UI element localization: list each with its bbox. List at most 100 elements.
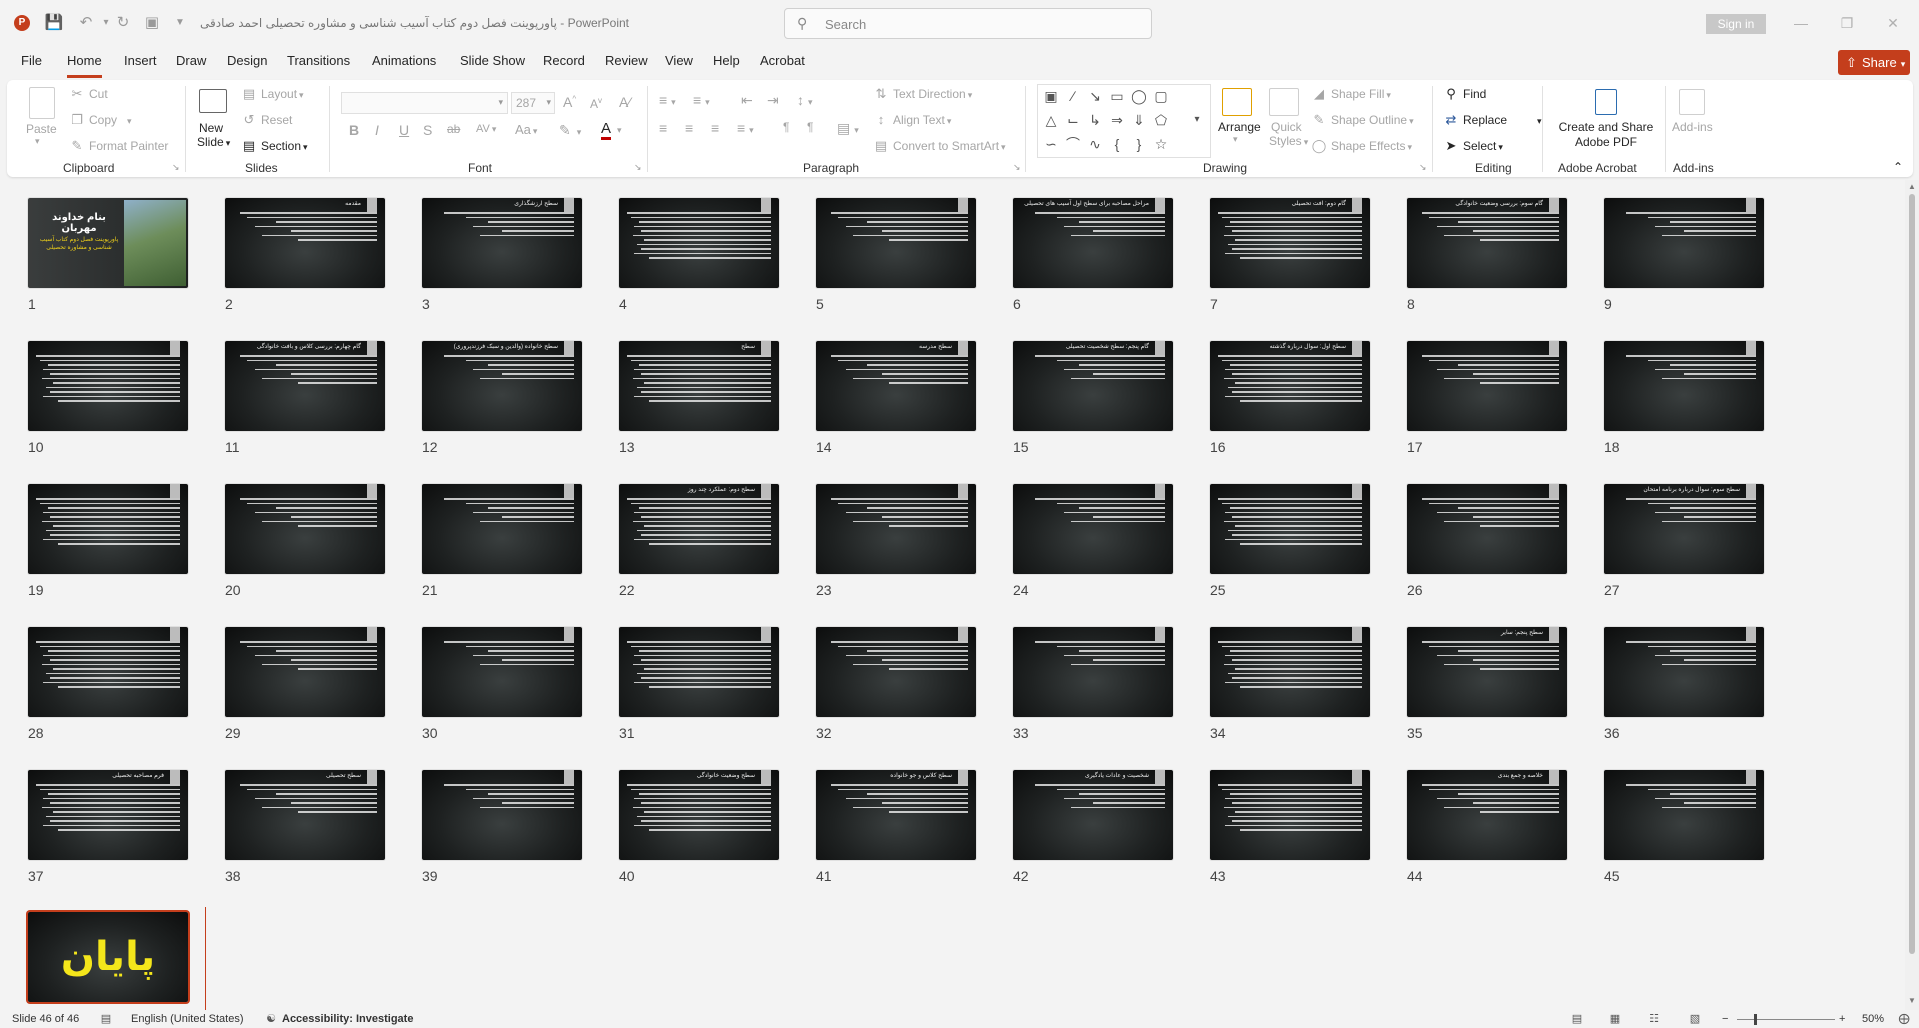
justify-icon[interactable]: ≡ ▾: [737, 120, 754, 136]
tab-acrobat[interactable]: Acrobat: [760, 53, 805, 73]
text-direction-button[interactable]: ⇅ Text Direction ▾: [873, 86, 973, 102]
create-pdf-icon[interactable]: [1595, 89, 1617, 115]
freeform-shape-icon[interactable]: ∽: [1042, 135, 1060, 153]
collapse-ribbon-icon[interactable]: ⌃: [1893, 160, 1903, 174]
align-text-button[interactable]: ↕ Align Text ▾: [873, 112, 952, 127]
slide-thumbnail[interactable]: خلاصه و جمع بندی: [1407, 770, 1567, 860]
slide-thumbnail[interactable]: سطح اول: سوال درباره گذشته: [1210, 341, 1370, 431]
slide-thumbnail[interactable]: [422, 627, 582, 717]
slide-thumbnail[interactable]: [225, 627, 385, 717]
tab-draw[interactable]: Draw: [176, 53, 206, 73]
save-icon[interactable]: 💾: [44, 13, 64, 33]
highlight-color-icon[interactable]: ✎ ▾: [559, 122, 581, 139]
customize-toolbar-icon[interactable]: ▼: [170, 13, 190, 33]
slide-thumbnail[interactable]: شخصیت و عادات یادگیری: [1013, 770, 1173, 860]
start-slideshow-icon[interactable]: ▣: [142, 13, 162, 33]
cut-button[interactable]: ✂ Cut: [69, 86, 108, 102]
oval-shape-icon[interactable]: ◯: [1130, 87, 1148, 105]
zoom-level[interactable]: 50%: [1862, 1013, 1884, 1025]
tab-review[interactable]: Review: [605, 53, 648, 73]
share-button[interactable]: ⇧ Share ▾: [1838, 50, 1910, 75]
slide-thumbnail[interactable]: گام دوم: افت تحصیلی: [1210, 198, 1370, 288]
font-color-button[interactable]: A ▾: [601, 120, 622, 140]
zoom-slider[interactable]: [1737, 1019, 1835, 1020]
slide-thumbnail[interactable]: [28, 627, 188, 717]
decrease-indent-icon[interactable]: ⇤: [741, 92, 753, 109]
accessibility-icon[interactable]: ☯: [264, 1012, 278, 1025]
tab-help[interactable]: Help: [713, 53, 740, 73]
tab-view[interactable]: View: [665, 53, 693, 73]
format-painter-button[interactable]: ✎ Format Painter: [69, 138, 169, 154]
italic-button[interactable]: I: [375, 122, 379, 138]
slide-thumbnail[interactable]: [1604, 198, 1764, 288]
slide-thumbnail[interactable]: [28, 341, 188, 431]
tab-transitions[interactable]: Transitions: [287, 53, 350, 73]
slide-thumbnail[interactable]: بنام خداوند مهربان پاورپوینت فصل دوم کتاب…: [28, 198, 188, 288]
slide-thumbnail[interactable]: سطح مدرسه: [816, 341, 976, 431]
slide-thumbnail[interactable]: [619, 198, 779, 288]
slide-thumbnail[interactable]: سطح ارزشگذاری: [422, 198, 582, 288]
slide-thumbnail[interactable]: سطح کلاس و جو خانواده: [816, 770, 976, 860]
ltr-direction-icon[interactable]: ¶: [783, 120, 789, 134]
paste-dropdown-icon[interactable]: ▾: [35, 136, 40, 147]
shapes-gallery[interactable]: ▣ ∕ ↘ ▭ ◯ ▢ △ ⌙ ↳ ⇒ ⇓ ⬠ ∽ ⌒ ∿ { } ☆ ▾: [1037, 84, 1211, 158]
elbow-arrow-shape-icon[interactable]: ↳: [1086, 111, 1104, 129]
scrollbar-thumb[interactable]: [1909, 194, 1915, 954]
zoom-out-button[interactable]: −: [1722, 1013, 1728, 1025]
arrow-line-shape-icon[interactable]: ↘: [1086, 87, 1104, 105]
add-ins-icon[interactable]: [1679, 89, 1705, 115]
shape-effects-button[interactable]: ◯ Shape Effects ▾: [1311, 138, 1412, 154]
slide-thumbnail[interactable]: [1604, 627, 1764, 717]
create-share-pdf-label[interactable]: Adobe PDF: [1553, 135, 1659, 149]
clipboard-dialog-launcher-icon[interactable]: ↘: [172, 162, 182, 172]
tab-home[interactable]: Home: [67, 53, 102, 78]
normal-view-icon[interactable]: ▤: [1570, 1012, 1584, 1025]
new-slide-label[interactable]: Slide ▾: [197, 135, 230, 149]
underline-button[interactable]: U: [399, 122, 409, 138]
line-spacing-icon[interactable]: ↕ ▾: [797, 92, 813, 108]
slide-thumbnail[interactable]: سطح: [619, 341, 779, 431]
vertical-scrollbar[interactable]: ▲ ▼: [1905, 180, 1919, 1010]
font-name-combobox[interactable]: ▾: [341, 92, 508, 114]
find-button[interactable]: ⚲ Find: [1443, 86, 1486, 102]
slide-thumbnail[interactable]: [28, 484, 188, 574]
slide-thumbnail[interactable]: [1604, 770, 1764, 860]
paste-icon[interactable]: [29, 87, 55, 119]
slide-thumbnail[interactable]: گام سوم: بررسی وضعیت خانوادگی: [1407, 198, 1567, 288]
zoom-in-button[interactable]: +: [1839, 1013, 1845, 1025]
triangle-shape-icon[interactable]: △: [1042, 111, 1060, 129]
increase-indent-icon[interactable]: ⇥: [767, 92, 779, 109]
paragraph-dialog-launcher-icon[interactable]: ↘: [1013, 162, 1023, 172]
replace-button[interactable]: ⇄ Replace ▾: [1443, 112, 1542, 128]
search-input[interactable]: [825, 15, 1125, 33]
curve-shape-icon[interactable]: ∿: [1086, 135, 1104, 153]
language-indicator[interactable]: English (United States): [131, 1013, 244, 1025]
accessibility-status[interactable]: Accessibility: Investigate: [282, 1013, 413, 1025]
drawing-dialog-launcher-icon[interactable]: ↘: [1419, 162, 1429, 172]
numbering-icon[interactable]: ≡ ▾: [693, 92, 710, 108]
slide-thumbnail[interactable]: فرم مصاحبه تحصیلی: [28, 770, 188, 860]
rtl-direction-icon[interactable]: ¶: [807, 120, 813, 134]
slide-thumbnail[interactable]: [422, 484, 582, 574]
change-case-button[interactable]: Aa ▾: [515, 122, 537, 137]
copy-button[interactable]: ❐ Copy ▾: [69, 112, 131, 128]
gallery-more-icon[interactable]: ▾: [1188, 111, 1206, 129]
slide-thumbnail[interactable]: [225, 484, 385, 574]
right-arrow-shape-icon[interactable]: ⇒: [1108, 111, 1126, 129]
zoom-slider-thumb[interactable]: [1754, 1014, 1757, 1025]
slide-thumbnail[interactable]: [816, 627, 976, 717]
add-ins-button[interactable]: Add-ins: [1672, 120, 1713, 134]
left-brace-shape-icon[interactable]: {: [1108, 135, 1126, 153]
slide-thumbnail[interactable]: سطح پنجم: سایر: [1407, 627, 1567, 717]
tab-animations[interactable]: Animations: [372, 53, 436, 73]
star-shape-icon[interactable]: ☆: [1152, 135, 1170, 153]
new-slide-button[interactable]: New: [199, 121, 223, 135]
new-slide-icon[interactable]: [199, 89, 227, 113]
slide-thumbnail[interactable]: سطح خانواده (والدین و سبک فرزندپروری): [422, 341, 582, 431]
tab-slide-show[interactable]: Slide Show: [460, 53, 525, 73]
down-arrow-shape-icon[interactable]: ⇓: [1130, 111, 1148, 129]
slide-thumbnail[interactable]: [1407, 484, 1567, 574]
search-box[interactable]: ⚲: [784, 8, 1152, 39]
restore-icon[interactable]: ❐: [1836, 12, 1858, 34]
slide-thumbnail[interactable]: مقدمه: [225, 198, 385, 288]
